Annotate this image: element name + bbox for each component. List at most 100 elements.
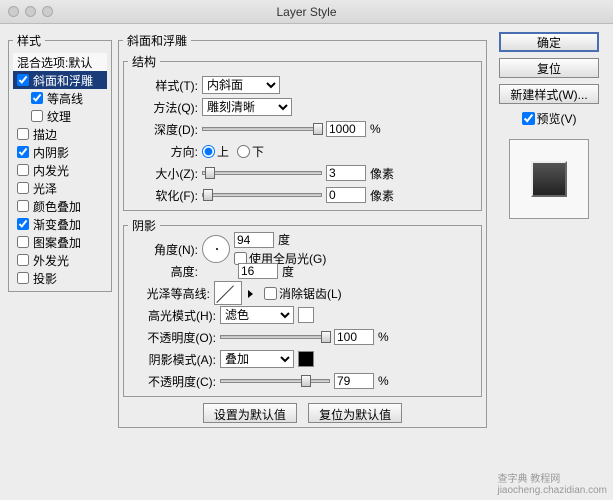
shadow-color-swatch[interactable] [298, 351, 314, 367]
sidebar-item-label: 投影 [33, 270, 57, 287]
sidebar-item-inner-shadow[interactable]: 内阴影 [13, 143, 107, 161]
shading-legend: 阴影 [128, 217, 160, 234]
sidebar-item-label: 渐变叠加 [33, 216, 81, 233]
direction-label: 方向: [128, 143, 198, 160]
make-default-button[interactable]: 设置为默认值 [203, 403, 297, 423]
angle-label: 角度(N): [128, 241, 198, 258]
opacity-unit: % [378, 330, 408, 344]
sidebar-item-pattern-overlay[interactable]: 图案叠加 [13, 233, 107, 251]
style-label: 样式(T): [128, 77, 198, 94]
shadow-opacity-input[interactable] [334, 373, 374, 389]
highlight-mode-select[interactable]: 滤色 [220, 306, 294, 324]
soften-unit: 像素 [370, 187, 400, 204]
up-label: 上 [217, 143, 229, 160]
depth-slider[interactable] [202, 127, 322, 131]
opacity-unit2: % [378, 374, 408, 388]
preview-label: 预览(V) [537, 110, 577, 127]
inner-glow-checkbox[interactable] [17, 164, 29, 176]
depth-label: 深度(D): [128, 121, 198, 138]
styles-panel: 样式 混合选项:默认 斜面和浮雕 等高线 纹理 描边 内阴影 内发光 光泽 颜色… [8, 32, 112, 292]
preview-swatch [531, 161, 567, 197]
soften-slider[interactable] [202, 193, 322, 197]
style-select[interactable]: 内斜面 [202, 76, 280, 94]
stroke-checkbox[interactable] [17, 128, 29, 140]
pattern-overlay-checkbox[interactable] [17, 236, 29, 248]
sidebar-item-label: 外发光 [33, 252, 69, 269]
sidebar-item-label: 斜面和浮雕 [33, 72, 93, 89]
depth-input[interactable] [326, 121, 366, 137]
watermark: 查字典 教程网 jiaocheng.chazidian.com [497, 470, 607, 496]
sidebar-item-label: 光泽 [33, 180, 57, 197]
inner-shadow-checkbox[interactable] [17, 146, 29, 158]
ok-button[interactable]: 确定 [499, 32, 599, 52]
highlight-mode-label: 高光模式(H): [128, 307, 216, 324]
sidebar-item-contour[interactable]: 等高线 [13, 89, 107, 107]
bevel-panel: 斜面和浮雕 结构 样式(T): 内斜面 方法(Q): 雕刻清晰 深度(D): [118, 32, 487, 428]
down-label: 下 [252, 143, 264, 160]
angle-input[interactable] [234, 232, 274, 248]
altitude-input[interactable] [238, 263, 278, 279]
sidebar-item-bevel[interactable]: 斜面和浮雕 [13, 71, 107, 89]
sidebar-item-texture[interactable]: 纹理 [13, 107, 107, 125]
sidebar-item-label: 内发光 [33, 162, 69, 179]
shadow-opacity-label: 不透明度(C): [128, 373, 216, 390]
angle-unit: 度 [278, 231, 290, 248]
cancel-button[interactable]: 复位 [499, 58, 599, 78]
sidebar-item-stroke[interactable]: 描边 [13, 125, 107, 143]
altitude-label: 高度: [128, 263, 198, 280]
highlight-opacity-input[interactable] [334, 329, 374, 345]
titlebar: Layer Style [0, 0, 613, 24]
shading-panel: 阴影 角度(N): 度 使用全局光(G) 高度: [123, 217, 482, 397]
sidebar-item-label: 纹理 [47, 108, 71, 125]
sidebar-item-color-overlay[interactable]: 颜色叠加 [13, 197, 107, 215]
sidebar-item-label: 描边 [33, 126, 57, 143]
styles-legend: 样式 [13, 32, 45, 49]
sidebar-item-gradient-overlay[interactable]: 渐变叠加 [13, 215, 107, 233]
blend-options-label: 混合选项:默认 [17, 54, 92, 71]
bevel-legend: 斜面和浮雕 [123, 32, 191, 49]
altitude-unit: 度 [282, 263, 294, 280]
size-label: 大小(Z): [128, 165, 198, 182]
blend-options-row[interactable]: 混合选项:默认 [13, 53, 107, 71]
drop-shadow-checkbox[interactable] [17, 272, 29, 284]
highlight-opacity-label: 不透明度(O): [128, 329, 216, 346]
new-style-button[interactable]: 新建样式(W)... [499, 84, 599, 104]
size-slider[interactable] [202, 171, 322, 175]
sidebar-item-label: 内阴影 [33, 144, 69, 161]
shadow-mode-select[interactable]: 叠加 [220, 350, 294, 368]
sidebar-item-outer-glow[interactable]: 外发光 [13, 251, 107, 269]
highlight-opacity-slider[interactable] [220, 335, 330, 339]
technique-select[interactable]: 雕刻清晰 [202, 98, 292, 116]
antialias-checkbox[interactable]: 消除锯齿(L) [264, 285, 342, 302]
contour-checkbox[interactable] [31, 92, 43, 104]
direction-down-radio[interactable]: 下 [237, 143, 264, 160]
structure-legend: 结构 [128, 53, 160, 70]
sidebar-item-label: 图案叠加 [33, 234, 81, 251]
direction-up-radio[interactable]: 上 [202, 143, 229, 160]
shadow-opacity-slider[interactable] [220, 379, 330, 383]
antialias-label: 消除锯齿(L) [279, 285, 342, 302]
zoom-icon[interactable] [42, 6, 53, 17]
soften-input[interactable] [326, 187, 366, 203]
gloss-contour-picker[interactable] [214, 281, 242, 305]
size-input[interactable] [326, 165, 366, 181]
sidebar-item-satin[interactable]: 光泽 [13, 179, 107, 197]
satin-checkbox[interactable] [17, 182, 29, 194]
outer-glow-checkbox[interactable] [17, 254, 29, 266]
sidebar-item-drop-shadow[interactable]: 投影 [13, 269, 107, 287]
sidebar-item-inner-glow[interactable]: 内发光 [13, 161, 107, 179]
size-unit: 像素 [370, 165, 400, 182]
bevel-checkbox[interactable] [17, 74, 29, 86]
color-overlay-checkbox[interactable] [17, 200, 29, 212]
texture-checkbox[interactable] [31, 110, 43, 122]
gradient-overlay-checkbox[interactable] [17, 218, 29, 230]
close-icon[interactable] [8, 6, 19, 17]
angle-dial[interactable] [202, 235, 230, 263]
preview-checkbox[interactable]: 预览(V) [522, 110, 577, 127]
highlight-color-swatch[interactable] [298, 307, 314, 323]
reset-default-button[interactable]: 复位为默认值 [308, 403, 402, 423]
depth-unit: % [370, 122, 400, 136]
structure-panel: 结构 样式(T): 内斜面 方法(Q): 雕刻清晰 深度(D): % [123, 53, 482, 211]
chevron-down-icon [248, 290, 253, 298]
minimize-icon[interactable] [25, 6, 36, 17]
